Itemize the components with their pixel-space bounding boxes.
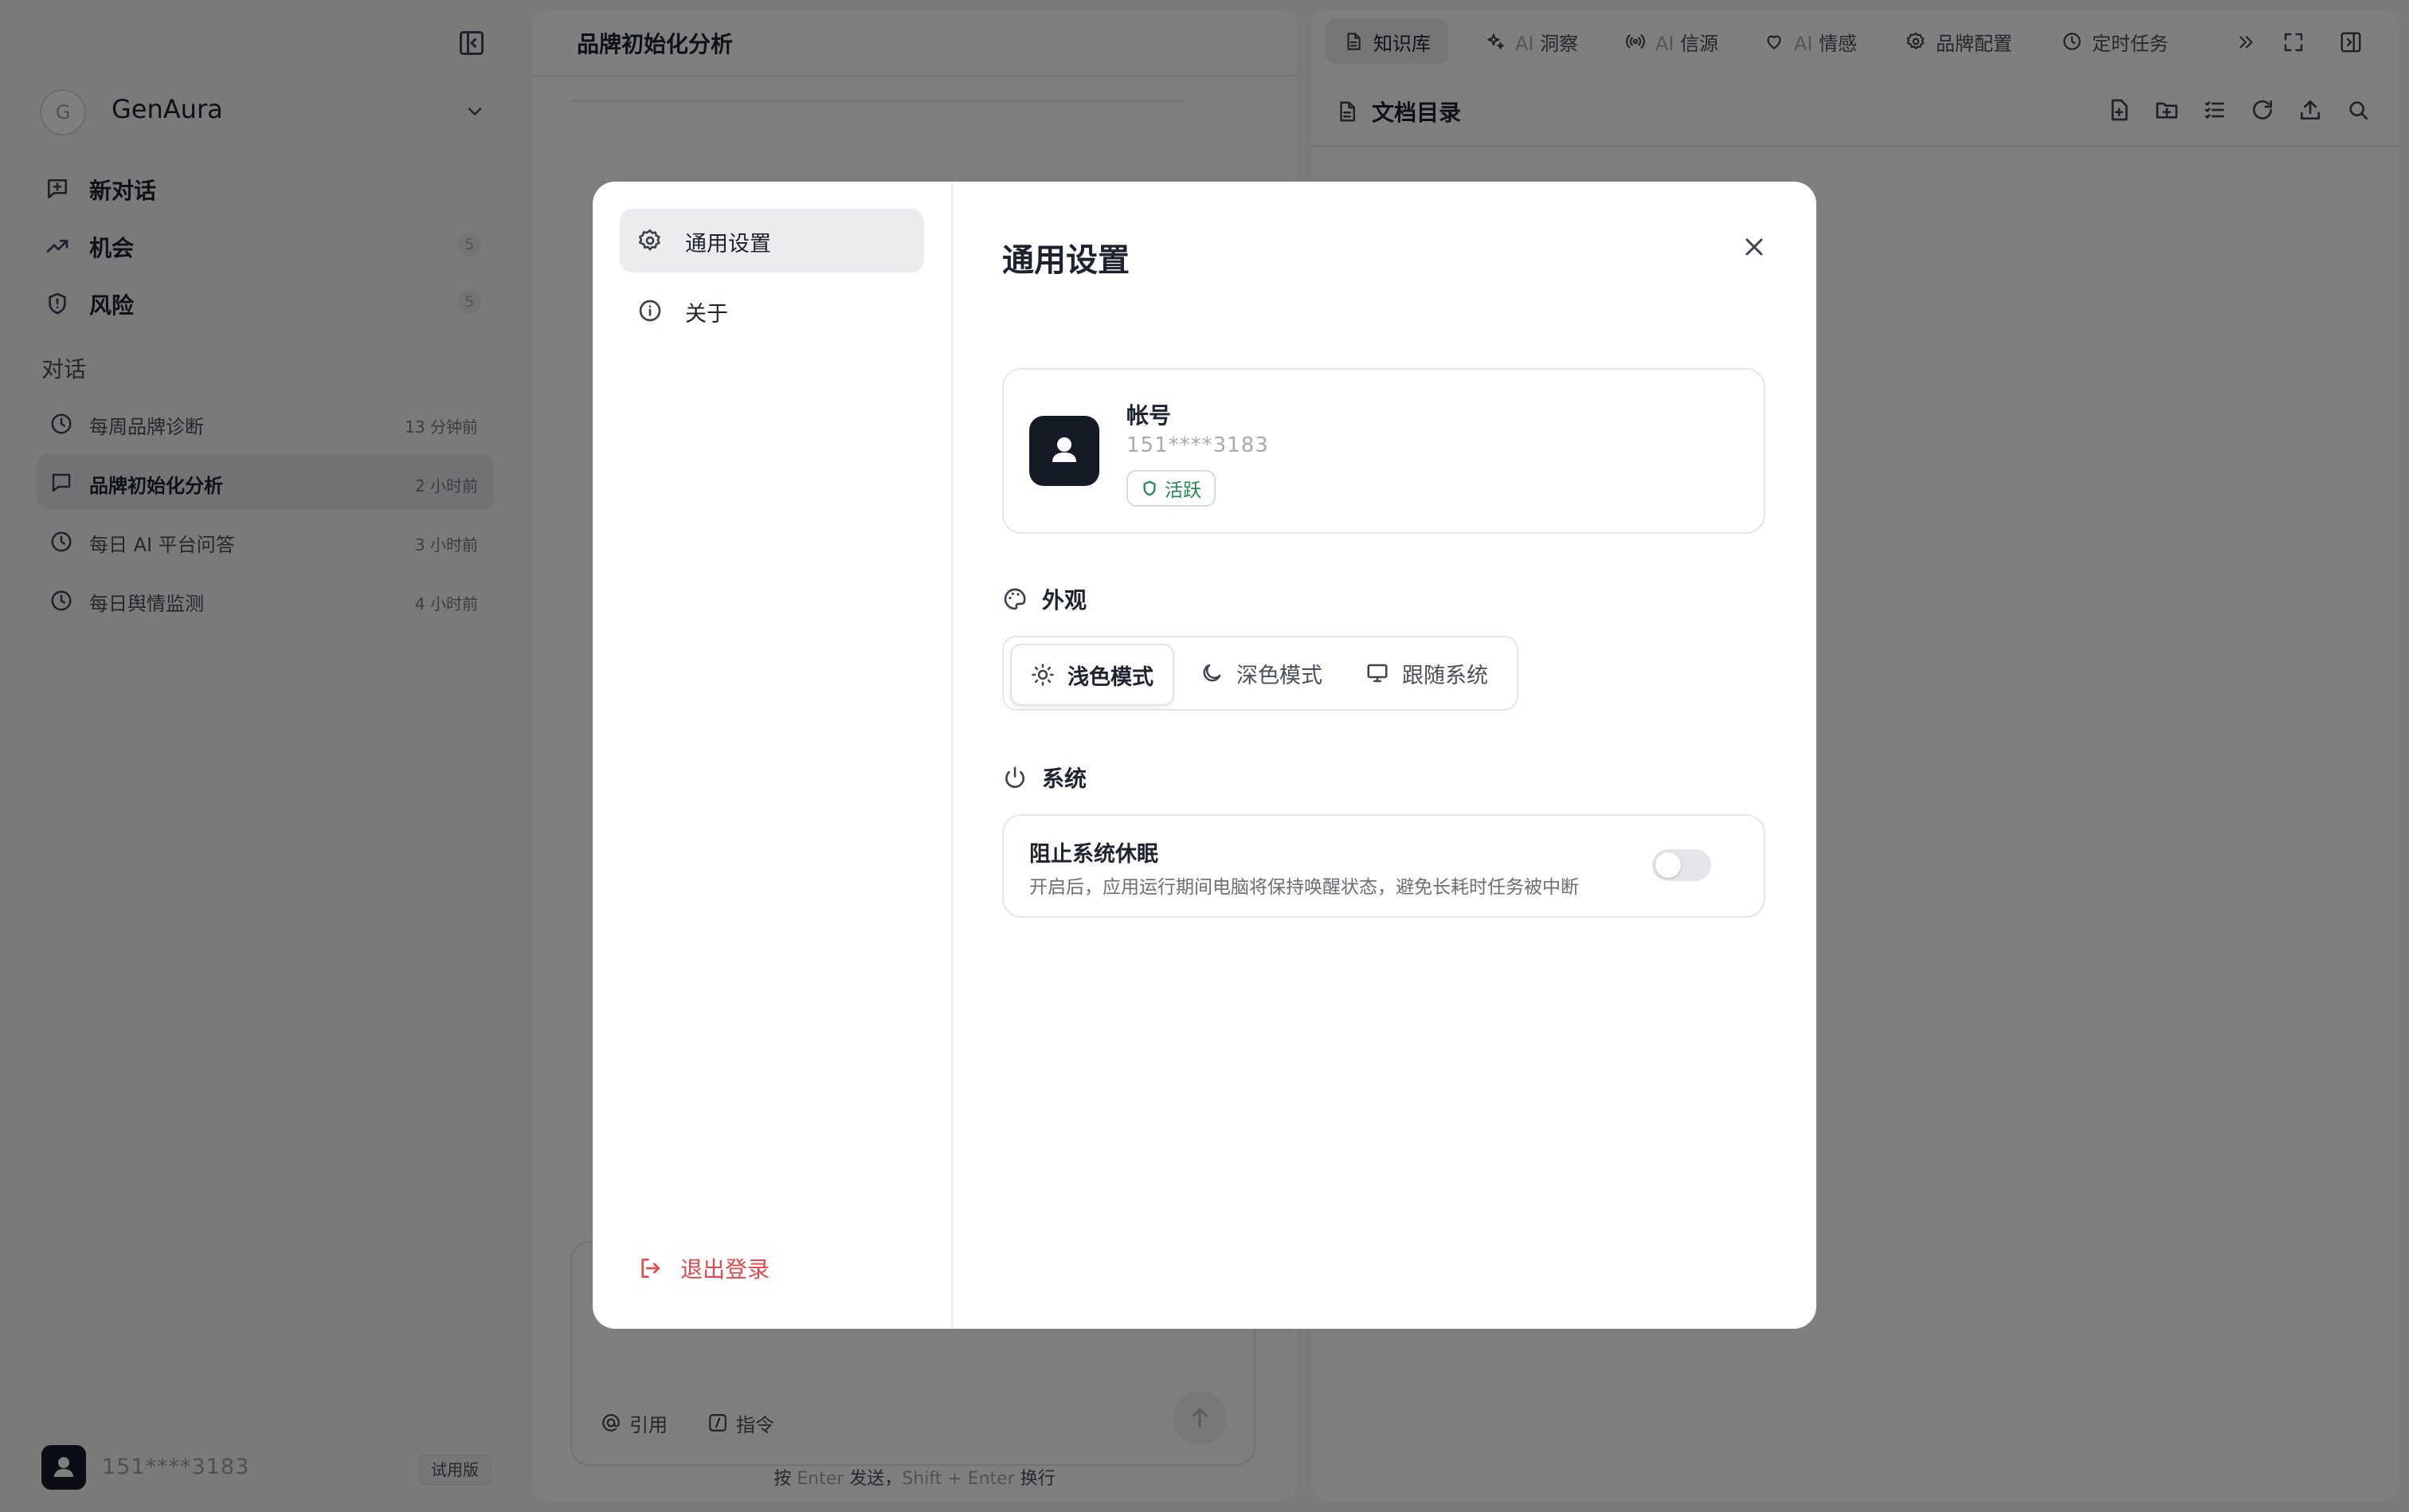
settings-title: 通用设置 <box>1002 242 1130 279</box>
settings-content: 通用设置 帐号 151****3183 活跃 外观 浅色模式 深色模式 跟随系统… <box>953 182 1816 1329</box>
account-phone: 151****3183 <box>1126 433 1269 457</box>
system-section-title: 系统 <box>1002 762 1087 793</box>
shield-icon <box>1143 480 1156 496</box>
toggle-knob <box>1655 852 1681 878</box>
logout-icon <box>641 1259 660 1278</box>
theme-system-button[interactable]: 跟随系统 <box>1346 644 1507 703</box>
prevent-sleep-toggle[interactable] <box>1652 849 1711 881</box>
power-icon <box>1005 766 1024 788</box>
settings-nav-label: 通用设置 <box>685 232 771 257</box>
logout-button[interactable]: 退出登录 <box>637 1252 770 1284</box>
palette-icon <box>1004 588 1026 610</box>
settings-nav-about[interactable]: 关于 <box>620 279 924 343</box>
setting-description: 开启后，应用运行期间电脑将保持唤醒状态，避免长耗时任务被中断 <box>1029 877 1579 898</box>
appearance-section-title: 外观 <box>1002 583 1087 615</box>
settings-nav-label: 关于 <box>685 302 728 327</box>
theme-light-button[interactable]: 浅色模式 <box>1010 644 1174 706</box>
moon-icon <box>1203 664 1221 682</box>
status-badge: 活跃 <box>1126 470 1216 507</box>
info-icon <box>637 298 663 323</box>
account-label: 帐号 <box>1126 402 1172 429</box>
account-card: 帐号 151****3183 活跃 <box>1002 368 1765 534</box>
theme-dark-button[interactable]: 深色模式 <box>1181 644 1342 703</box>
gear-icon <box>637 228 663 253</box>
setting-name: 阻止系统休眠 <box>1029 842 1158 867</box>
settings-modal: 通用设置 关于 退出登录 通用设置 帐号 151****3183 活跃 外观 浅… <box>593 182 1816 1329</box>
close-icon[interactable] <box>1740 233 1769 261</box>
theme-selector: 浅色模式 深色模式 跟随系统 <box>1002 636 1518 711</box>
monitor-icon <box>1367 664 1388 683</box>
account-avatar <box>1029 416 1099 486</box>
prevent-sleep-setting: 阻止系统休眠 开启后，应用运行期间电脑将保持唤醒状态，避免长耗时任务被中断 <box>1002 814 1765 918</box>
settings-nav-general[interactable]: 通用设置 <box>620 209 924 272</box>
logout-label: 退出登录 <box>680 1256 770 1283</box>
sun-icon <box>1032 664 1054 686</box>
settings-sidebar: 通用设置 关于 退出登录 <box>593 182 953 1329</box>
